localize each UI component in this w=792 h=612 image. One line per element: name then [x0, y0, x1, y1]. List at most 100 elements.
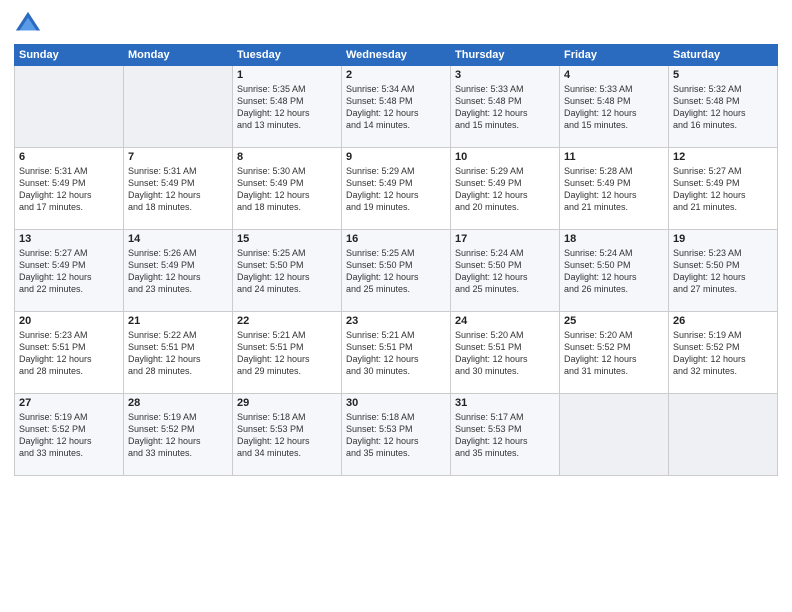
day-number: 28 — [128, 397, 228, 409]
calendar-cell: 3Sunrise: 5:33 AM Sunset: 5:48 PM Daylig… — [451, 66, 560, 148]
day-number: 16 — [346, 233, 446, 245]
weekday-header-sunday: Sunday — [15, 45, 124, 66]
calendar-cell: 6 Sunrise: 5:31 AM Sunset: 5:49 PM Daylig… — [15, 148, 124, 230]
day-info: Sunrise: 5:31 AM Sunset: 5:49 PM Dayligh… — [128, 165, 228, 214]
logo-icon — [14, 10, 42, 38]
day-info: Sunrise: 5:18 AM Sunset: 5:53 PM Dayligh… — [237, 411, 337, 460]
day-number: 4 — [564, 69, 664, 81]
calendar-cell: 19 Sunrise: 5:23 AM Sunset: 5:50 PM Dayli… — [669, 230, 778, 312]
calendar-cell: 22Sunrise: 5:21 AM Sunset: 5:51 PM Dayli… — [233, 312, 342, 394]
calendar-cell: 7 Sunrise: 5:31 AM Sunset: 5:49 PM Daylig… — [124, 148, 233, 230]
logo — [14, 10, 46, 38]
day-info: Sunrise: 5:34 AM Sunset: 5:48 PM Dayligh… — [346, 83, 446, 132]
day-number: 20 — [19, 315, 119, 327]
calendar-cell: 27 Sunrise: 5:19 AM Sunset: 5:52 PM Dayli… — [15, 394, 124, 476]
day-info: Sunrise: 5:24 AM Sunset: 5:50 PM Dayligh… — [455, 247, 555, 296]
day-number: 1 — [237, 69, 337, 81]
day-info: Sunrise: 5:29 AM Sunset: 5:49 PM Dayligh… — [346, 165, 446, 214]
calendar-cell: 20 Sunrise: 5:23 AM Sunset: 5:51 PM Dayli… — [15, 312, 124, 394]
calendar-cell — [15, 66, 124, 148]
day-number: 6 — [19, 151, 119, 163]
day-number: 8 — [237, 151, 337, 163]
day-number: 11 — [564, 151, 664, 163]
day-number: 10 — [455, 151, 555, 163]
day-number: 27 — [19, 397, 119, 409]
calendar-cell: 17Sunrise: 5:24 AM Sunset: 5:50 PM Dayli… — [451, 230, 560, 312]
day-info: Sunrise: 5:24 AM Sunset: 5:50 PM Dayligh… — [564, 247, 664, 296]
day-info: Sunrise: 5:28 AM Sunset: 5:49 PM Dayligh… — [564, 165, 664, 214]
header — [14, 10, 778, 38]
calendar-cell: 4 Sunrise: 5:33 AM Sunset: 5:48 PM Daylig… — [560, 66, 669, 148]
calendar-cell — [560, 394, 669, 476]
calendar-cell — [124, 66, 233, 148]
day-number: 25 — [564, 315, 664, 327]
day-number: 3 — [455, 69, 555, 81]
calendar-cell: 12Sunrise: 5:27 AM Sunset: 5:49 PM Dayli… — [669, 148, 778, 230]
day-info: Sunrise: 5:19 AM Sunset: 5:52 PM Dayligh… — [19, 411, 119, 460]
calendar-cell: 23 Sunrise: 5:21 AM Sunset: 5:51 PM Dayli… — [342, 312, 451, 394]
day-info: Sunrise: 5:20 AM Sunset: 5:51 PM Dayligh… — [455, 329, 555, 378]
day-info: Sunrise: 5:25 AM Sunset: 5:50 PM Dayligh… — [346, 247, 446, 296]
calendar-cell: 28 Sunrise: 5:19 AM Sunset: 5:52 PM Dayli… — [124, 394, 233, 476]
day-number: 30 — [346, 397, 446, 409]
calendar-cell — [669, 394, 778, 476]
calendar-cell: 13Sunrise: 5:27 AM Sunset: 5:49 PM Dayli… — [15, 230, 124, 312]
calendar-cell: 25 Sunrise: 5:20 AM Sunset: 5:52 PM Dayli… — [560, 312, 669, 394]
page: SundayMondayTuesdayWednesdayThursdayFrid… — [0, 0, 792, 612]
calendar-cell: 5 Sunrise: 5:32 AM Sunset: 5:48 PM Daylig… — [669, 66, 778, 148]
day-number: 15 — [237, 233, 337, 245]
calendar-table: SundayMondayTuesdayWednesdayThursdayFrid… — [14, 44, 778, 476]
calendar-cell: 15 Sunrise: 5:25 AM Sunset: 5:50 PM Dayli… — [233, 230, 342, 312]
calendar-cell: 16 Sunrise: 5:25 AM Sunset: 5:50 PM Dayli… — [342, 230, 451, 312]
day-number: 14 — [128, 233, 228, 245]
weekday-header-tuesday: Tuesday — [233, 45, 342, 66]
day-info: Sunrise: 5:19 AM Sunset: 5:52 PM Dayligh… — [128, 411, 228, 460]
day-info: Sunrise: 5:25 AM Sunset: 5:50 PM Dayligh… — [237, 247, 337, 296]
day-info: Sunrise: 5:17 AM Sunset: 5:53 PM Dayligh… — [455, 411, 555, 460]
day-info: Sunrise: 5:27 AM Sunset: 5:49 PM Dayligh… — [19, 247, 119, 296]
day-number: 23 — [346, 315, 446, 327]
day-info: Sunrise: 5:32 AM Sunset: 5:48 PM Dayligh… — [673, 83, 773, 132]
day-info: Sunrise: 5:29 AM Sunset: 5:49 PM Dayligh… — [455, 165, 555, 214]
calendar-cell: 31 Sunrise: 5:17 AM Sunset: 5:53 PM Dayli… — [451, 394, 560, 476]
calendar-cell: 10 Sunrise: 5:29 AM Sunset: 5:49 PM Dayli… — [451, 148, 560, 230]
weekday-header-thursday: Thursday — [451, 45, 560, 66]
calendar-cell: 8Sunrise: 5:30 AM Sunset: 5:49 PM Daylig… — [233, 148, 342, 230]
day-number: 19 — [673, 233, 773, 245]
calendar-cell: 26Sunrise: 5:19 AM Sunset: 5:52 PM Dayli… — [669, 312, 778, 394]
day-number: 18 — [564, 233, 664, 245]
calendar-cell: 24 Sunrise: 5:20 AM Sunset: 5:51 PM Dayli… — [451, 312, 560, 394]
day-number: 26 — [673, 315, 773, 327]
day-number: 24 — [455, 315, 555, 327]
weekday-header-saturday: Saturday — [669, 45, 778, 66]
calendar-week-1: 1 Sunrise: 5:35 AM Sunset: 5:48 PM Daylig… — [15, 66, 778, 148]
weekday-header-wednesday: Wednesday — [342, 45, 451, 66]
calendar-week-3: 13Sunrise: 5:27 AM Sunset: 5:49 PM Dayli… — [15, 230, 778, 312]
day-info: Sunrise: 5:31 AM Sunset: 5:49 PM Dayligh… — [19, 165, 119, 214]
day-number: 29 — [237, 397, 337, 409]
calendar-week-2: 6 Sunrise: 5:31 AM Sunset: 5:49 PM Daylig… — [15, 148, 778, 230]
day-info: Sunrise: 5:18 AM Sunset: 5:53 PM Dayligh… — [346, 411, 446, 460]
day-info: Sunrise: 5:21 AM Sunset: 5:51 PM Dayligh… — [346, 329, 446, 378]
calendar-cell: 1 Sunrise: 5:35 AM Sunset: 5:48 PM Daylig… — [233, 66, 342, 148]
calendar-cell: 9Sunrise: 5:29 AM Sunset: 5:49 PM Daylig… — [342, 148, 451, 230]
day-info: Sunrise: 5:22 AM Sunset: 5:51 PM Dayligh… — [128, 329, 228, 378]
calendar-week-5: 27 Sunrise: 5:19 AM Sunset: 5:52 PM Dayli… — [15, 394, 778, 476]
weekday-header-monday: Monday — [124, 45, 233, 66]
day-number: 22 — [237, 315, 337, 327]
day-info: Sunrise: 5:26 AM Sunset: 5:49 PM Dayligh… — [128, 247, 228, 296]
day-number: 7 — [128, 151, 228, 163]
day-info: Sunrise: 5:35 AM Sunset: 5:48 PM Dayligh… — [237, 83, 337, 132]
day-number: 31 — [455, 397, 555, 409]
calendar-week-4: 20 Sunrise: 5:23 AM Sunset: 5:51 PM Dayli… — [15, 312, 778, 394]
day-number: 12 — [673, 151, 773, 163]
weekday-header-friday: Friday — [560, 45, 669, 66]
day-info: Sunrise: 5:20 AM Sunset: 5:52 PM Dayligh… — [564, 329, 664, 378]
day-info: Sunrise: 5:33 AM Sunset: 5:48 PM Dayligh… — [564, 83, 664, 132]
day-info: Sunrise: 5:23 AM Sunset: 5:51 PM Dayligh… — [19, 329, 119, 378]
calendar-cell: 18 Sunrise: 5:24 AM Sunset: 5:50 PM Dayli… — [560, 230, 669, 312]
day-info: Sunrise: 5:23 AM Sunset: 5:50 PM Dayligh… — [673, 247, 773, 296]
calendar-cell: 2 Sunrise: 5:34 AM Sunset: 5:48 PM Daylig… — [342, 66, 451, 148]
day-number: 5 — [673, 69, 773, 81]
day-number: 2 — [346, 69, 446, 81]
